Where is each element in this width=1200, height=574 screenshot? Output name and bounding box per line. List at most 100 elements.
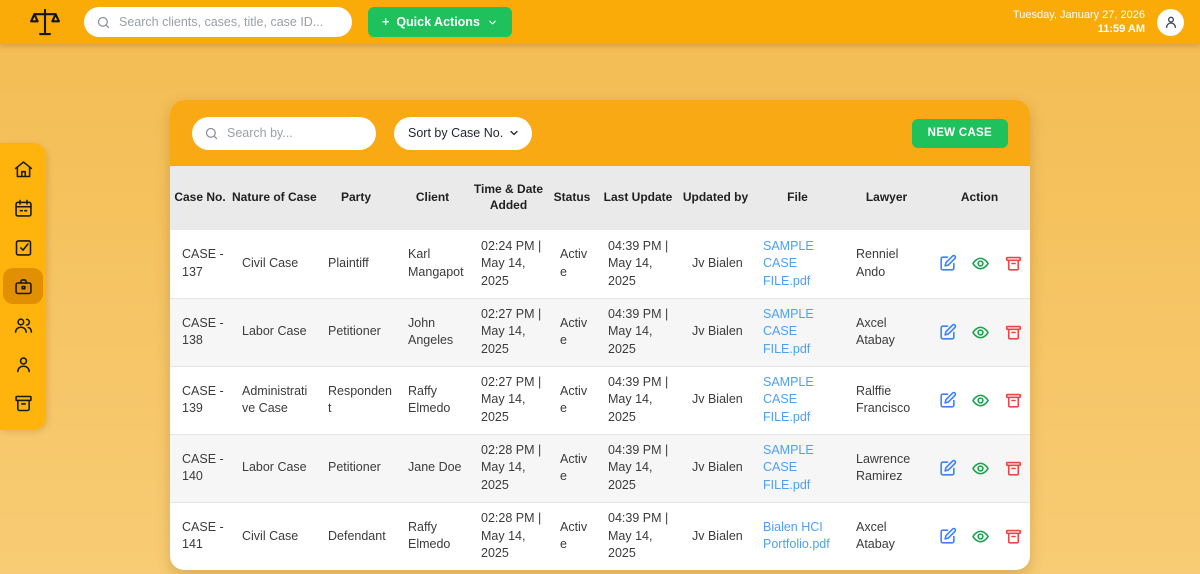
column-header: Client — [396, 166, 469, 230]
cell-lawyer: Axcel Atabay — [844, 298, 929, 367]
cell-time-added: 02:28 PM | May 14, 2025 — [481, 511, 542, 560]
cell-party: Petitioner — [316, 298, 396, 367]
check-square-icon — [13, 237, 34, 258]
delete-button[interactable] — [1004, 459, 1023, 478]
cell-lawyer: Axcel Atabay — [856, 519, 895, 552]
view-icon — [971, 323, 990, 342]
sidebar-item-home[interactable] — [3, 151, 43, 187]
cell-file: SAMPLE CASE FILE.pdf — [751, 366, 844, 435]
view-button[interactable] — [971, 254, 990, 273]
sidebar-item-archive[interactable] — [3, 386, 43, 422]
cell-nature: Civil Case — [230, 230, 316, 299]
cell-updated-by: Jv Bialen — [680, 366, 751, 435]
cell-time-added: 02:24 PM | May 14, 2025 — [469, 230, 548, 299]
column-header: File — [751, 166, 844, 230]
cases-card: Sort by Case No. NEW CASE Case No.Nature… — [170, 100, 1030, 570]
view-button[interactable] — [971, 459, 990, 478]
view-icon — [971, 527, 990, 546]
delete-icon — [1004, 254, 1023, 273]
cell-party: Plaintiff — [316, 230, 396, 299]
sidebar-item-tasks[interactable] — [3, 229, 43, 265]
briefcase-icon — [13, 276, 34, 297]
cell-case-no: CASE - 139 — [170, 366, 230, 435]
cell-updated-by: Jv Bialen — [680, 230, 751, 299]
current-date: Tuesday, January 27, 2026 — [1012, 8, 1145, 21]
view-button[interactable] — [971, 527, 990, 546]
cell-action — [929, 298, 1030, 367]
user-avatar[interactable] — [1157, 8, 1184, 36]
sidebar-item-clients[interactable] — [3, 308, 43, 344]
cell-status: Active — [548, 366, 596, 435]
home-icon — [13, 159, 34, 180]
current-time: 11:59 AM — [1097, 23, 1145, 35]
column-header: Time & Date Added — [469, 166, 548, 230]
view-button[interactable] — [971, 391, 990, 410]
sidebar-item-calendar[interactable] — [3, 190, 43, 226]
cell-client: Karl Mangapot — [396, 230, 469, 299]
delete-button[interactable] — [1004, 323, 1023, 342]
cell-file: Bialen HCI Portfolio.pdf — [751, 502, 844, 570]
edit-button[interactable] — [938, 323, 957, 342]
edit-icon — [938, 323, 957, 342]
table-row: CASE - 141 Civil Case Defendant Raffy Elmed… — [170, 502, 1030, 570]
cell-action — [929, 366, 1030, 435]
cell-client: Raffy Elmedo — [408, 519, 451, 552]
cell-file: SAMPLE CASE FILE.pdf — [751, 434, 844, 503]
cell-last-update: 04:39 PM | May 14, 2025 — [596, 366, 680, 435]
sort-dropdown[interactable]: Sort by Case No. — [394, 116, 532, 150]
table-row: CASE - 140 Labor Case Petitioner Jane Doe 02… — [170, 434, 1030, 503]
column-header: Action — [929, 166, 1030, 230]
cell-nature: Civil Case — [242, 528, 299, 543]
cell-status: Active — [548, 230, 596, 299]
card-toolbar: Sort by Case No. NEW CASE — [170, 100, 1030, 166]
cell-action — [929, 502, 1030, 570]
cell-status: Active — [548, 298, 596, 367]
new-case-button[interactable]: NEW CASE — [911, 118, 1008, 148]
sidebar-item-profile[interactable] — [3, 347, 43, 383]
cell-updated-by: Jv Bialen — [692, 528, 743, 543]
table-search-input[interactable] — [227, 126, 364, 140]
view-icon — [971, 391, 990, 410]
users-icon — [13, 315, 34, 336]
file-link[interactable]: SAMPLE CASE FILE.pdf — [763, 307, 814, 356]
view-button[interactable] — [971, 323, 990, 342]
edit-button[interactable] — [938, 391, 957, 410]
delete-button[interactable] — [1004, 391, 1023, 410]
column-header: Last Update — [596, 166, 680, 230]
cell-party: Petitioner — [316, 434, 396, 503]
user-icon — [13, 354, 34, 375]
search-icon — [204, 126, 219, 141]
column-header: Party — [316, 166, 396, 230]
cell-party: Defendant — [328, 528, 386, 543]
edit-button[interactable] — [938, 459, 957, 478]
edit-button[interactable] — [938, 527, 957, 546]
cell-case-no: CASE - 137 — [170, 230, 230, 299]
file-link[interactable]: SAMPLE CASE FILE.pdf — [763, 239, 814, 288]
sidebar-item-cases[interactable] — [3, 268, 43, 305]
table-body: CASE - 137 Civil Case Plaintiff Karl Mangap… — [170, 230, 1030, 570]
cases-table: Case No. Nature of Case Party Client Time & … — [170, 166, 1030, 570]
table-row: CASE - 138 Labor Case Petitioner John Angel… — [170, 298, 1030, 367]
cell-nature: Administrative Case — [230, 366, 316, 435]
cell-last-update: 04:39 PM | May 14, 2025 — [596, 298, 680, 367]
edit-icon — [938, 254, 957, 273]
cell-lawyer: Ralffie Francisco — [844, 366, 929, 435]
table-search — [192, 116, 376, 150]
delete-button[interactable] — [1004, 254, 1023, 273]
scales-of-justice-logo-icon — [28, 5, 62, 39]
cell-client: Jane Doe — [396, 434, 469, 503]
cell-nature: Labor Case — [230, 434, 316, 503]
file-link[interactable]: SAMPLE CASE FILE.pdf — [763, 443, 814, 492]
cell-action — [929, 230, 1030, 299]
edit-icon — [938, 459, 957, 478]
sidebar — [0, 143, 46, 430]
global-search-input[interactable] — [119, 15, 340, 29]
cell-lawyer: Lawrence Ramirez — [844, 434, 929, 503]
quick-actions-button[interactable]: + Quick Actions — [368, 7, 512, 37]
file-link[interactable]: Bialen HCI Portfolio.pdf — [763, 520, 830, 552]
edit-button[interactable] — [938, 254, 957, 273]
calendar-icon — [13, 198, 34, 219]
cell-case-no: CASE - 140 — [170, 434, 230, 503]
delete-button[interactable] — [1004, 527, 1023, 546]
file-link[interactable]: SAMPLE CASE FILE.pdf — [763, 375, 814, 424]
